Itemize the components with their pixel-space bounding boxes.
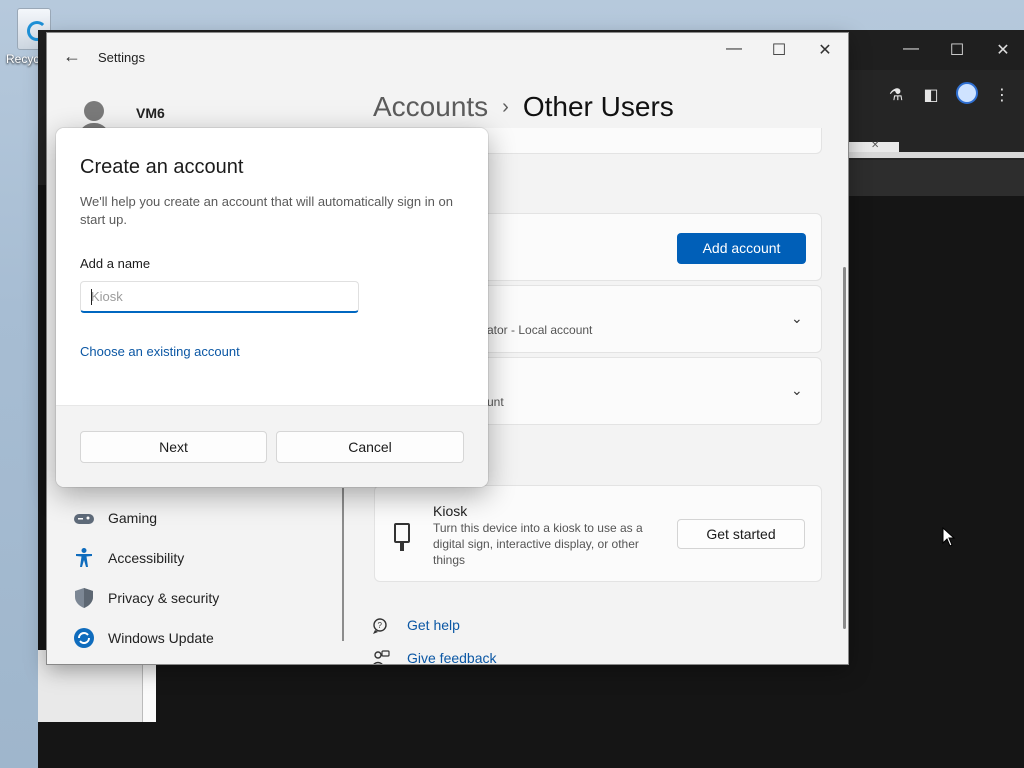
nav-label: Privacy & security — [108, 590, 220, 606]
user-row-subtitle: ator - Local account — [487, 323, 593, 337]
kiosk-icon — [394, 523, 410, 551]
browser-content-strip — [848, 160, 1024, 196]
chevron-down-icon[interactable]: ⌄ — [791, 382, 803, 399]
browser-tab-underline — [849, 152, 1024, 158]
browser-close-button[interactable]: ✕ — [993, 40, 1013, 60]
name-field-label: Add a name — [80, 256, 151, 271]
chevron-down-icon[interactable]: ⌄ — [791, 310, 803, 327]
help-chat-icon: ? — [372, 617, 390, 635]
breadcrumb-chevron-icon: › — [502, 96, 509, 118]
next-button[interactable]: Next — [80, 431, 267, 463]
text-caret — [91, 289, 92, 305]
give-feedback-label: Give feedback — [407, 650, 497, 664]
add-account-button[interactable]: Add account — [677, 233, 806, 264]
breadcrumb-accounts[interactable]: Accounts — [373, 91, 488, 122]
kiosk-title: Kiosk — [433, 503, 468, 519]
pane-divider — [342, 488, 344, 641]
browser-maximize-button[interactable]: ☐ — [947, 40, 967, 60]
gamepad-icon — [73, 507, 95, 529]
page-title: Other Users — [522, 91, 674, 122]
cancel-button[interactable]: Cancel — [276, 431, 464, 463]
nav-label: Windows Update — [108, 630, 214, 646]
get-help-label: Get help — [407, 617, 460, 633]
minimize-button[interactable]: — — [719, 40, 749, 58]
mouse-cursor-icon — [942, 526, 956, 552]
dialog-description: We'll help you create an account that wi… — [80, 194, 453, 227]
get-started-button[interactable]: Get started — [677, 519, 805, 549]
update-icon — [73, 627, 95, 649]
user-name: VM6 — [136, 105, 165, 121]
close-button[interactable]: ✕ — [810, 40, 840, 60]
feedback-icon — [372, 650, 390, 664]
dialog-body: Create an account We'll help you create … — [56, 128, 488, 405]
choose-existing-account-link[interactable]: Choose an existing account — [80, 344, 240, 359]
tab-close-icon[interactable]: ✕ — [871, 140, 879, 151]
nav-label: Gaming — [108, 510, 158, 526]
shield-icon — [73, 587, 95, 609]
content-scrollbar[interactable] — [843, 267, 846, 629]
kiosk-description: Turn this device into a kiosk to use as … — [433, 521, 643, 567]
behind-window-scrollbar — [142, 662, 156, 722]
back-arrow-icon[interactable]: ← — [63, 46, 81, 67]
labs-flask-icon[interactable]: ⚗ — [885, 85, 907, 105]
browser-minimize-button[interactable]: — — [901, 40, 921, 58]
name-input[interactable] — [80, 281, 359, 313]
profile-avatar-icon[interactable] — [956, 82, 978, 104]
more-menu-icon[interactable]: ⋮ — [991, 85, 1013, 105]
user-row-subtitle: unt — [487, 395, 504, 409]
create-account-dialog: Create an account We'll help you create … — [56, 128, 488, 487]
dialog-title: Create an account — [80, 156, 244, 178]
nav-label: Accessibility — [108, 550, 185, 566]
settings-titlebar: ← Settings — ☐ ✕ — [47, 33, 848, 81]
accessibility-icon — [73, 547, 95, 569]
maximize-button[interactable]: ☐ — [764, 40, 794, 60]
svg-text:?: ? — [378, 621, 383, 630]
settings-title: Settings — [98, 50, 145, 65]
side-panel-icon[interactable]: ◧ — [920, 85, 942, 105]
breadcrumb: Accounts › Other Users — [373, 91, 674, 123]
